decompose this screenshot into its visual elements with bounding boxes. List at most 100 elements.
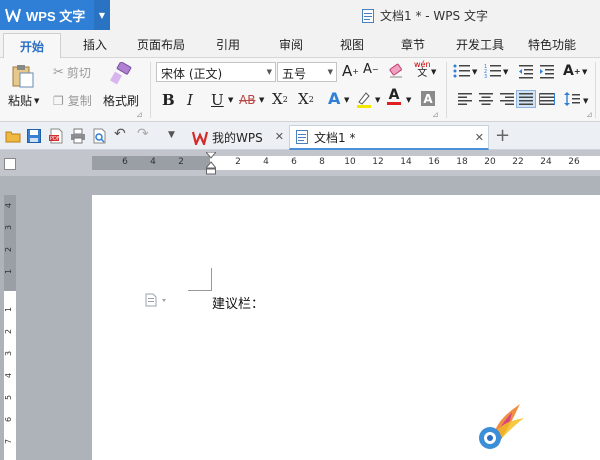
open-folder-icon[interactable] [5, 128, 21, 144]
paragraph-launcher-icon[interactable]: ⊿ [586, 110, 593, 119]
cut-button[interactable]: ✂ 剪切 [53, 64, 91, 81]
redo-icon[interactable]: ↷ [137, 126, 149, 142]
phonetic-guide-icon[interactable]: wén 文 [414, 60, 431, 79]
bullet-list-dropdown-icon[interactable]: ▼ [472, 68, 477, 76]
justify-icon[interactable] [516, 90, 536, 108]
ruler-label: 4 [4, 202, 14, 209]
ruler-label: 10 [344, 157, 356, 167]
copy-button[interactable]: ❐ 复制 [53, 92, 92, 109]
indent-marker-icon[interactable] [206, 152, 216, 176]
underline-dropdown-icon[interactable]: ▼ [228, 96, 233, 104]
decrease-indent-icon[interactable] [518, 63, 534, 79]
text-effect-icon[interactable]: A [328, 89, 340, 108]
ruler-label: 20 [484, 157, 496, 167]
group-separator [595, 62, 596, 118]
text-effect-dropdown-icon[interactable]: ▼ [344, 96, 349, 104]
doc-tab-my-wps[interactable]: 我的WPS ✕ [186, 125, 288, 150]
save-icon[interactable] [26, 128, 42, 144]
grow-font-icon[interactable]: A + [342, 62, 359, 80]
line-spacing-icon[interactable] [564, 92, 580, 106]
character-shading-icon[interactable]: A [421, 91, 435, 106]
highlight-dropdown-icon[interactable]: ▼ [375, 96, 380, 104]
vertical-ruler[interactable]: 4 3 2 1 1 2 3 4 5 6 7 [4, 195, 16, 460]
phonetic-dropdown-icon[interactable]: ▼ [431, 68, 436, 76]
new-tab-plus-icon[interactable]: + [495, 125, 510, 146]
tab-insert[interactable]: 插入 [83, 36, 107, 53]
ruler-label: 4 [150, 157, 156, 167]
ruler-label: 8 [319, 157, 325, 167]
export-pdf-icon[interactable]: PDF [48, 128, 64, 144]
increase-indent-icon[interactable] [539, 63, 555, 79]
font-launcher-icon[interactable]: ⊿ [432, 110, 439, 119]
highlight-icon[interactable] [355, 90, 373, 108]
numbered-list-icon[interactable]: 123 [484, 63, 502, 79]
chinese-layout-icon[interactable]: A + [563, 63, 581, 79]
paragraph-handle-icon[interactable] [145, 293, 169, 307]
paste-button[interactable]: 粘贴 ▼ [8, 92, 39, 109]
ruler-margin-top [4, 195, 16, 291]
tab-stop-selector-icon[interactable] [4, 158, 16, 170]
format-painter-button[interactable]: 格式刷 [103, 92, 139, 109]
font-family-select[interactable]: 宋体 (正文) ▼ [156, 62, 276, 82]
line-spacing-dropdown-icon[interactable]: ▼ [583, 97, 588, 105]
tab-review[interactable]: 审阅 [279, 36, 303, 53]
font-color-dropdown-icon[interactable]: ▼ [406, 96, 411, 104]
document-paragraph[interactable]: 建议栏： [212, 293, 264, 312]
horizontal-ruler[interactable]: 6 4 2 2 4 6 8 10 12 14 16 18 20 22 24 26 [92, 156, 600, 170]
document-icon [362, 8, 374, 23]
window-title: 文档1 * - WPS 文字 [362, 7, 488, 24]
strikethrough-icon[interactable]: AB [239, 93, 255, 107]
ruler-label: 1 [4, 306, 14, 313]
tab-developer[interactable]: 开发工具 [456, 36, 504, 53]
quick-access-bar: PDF ↶ ↷ ▼ 我的WPS ✕ 文档1 * ✕ + [0, 122, 600, 150]
margin-corner-mark [188, 290, 212, 291]
ruler-label: 6 [4, 416, 14, 423]
distributed-align-icon[interactable] [539, 93, 555, 105]
clipboard-launcher-icon[interactable]: ⊿ [136, 110, 143, 119]
italic-icon[interactable]: I [187, 91, 193, 109]
bold-icon[interactable]: B [162, 91, 175, 109]
cut-label: 剪切 [66, 66, 91, 80]
underline-icon[interactable]: U [211, 91, 224, 109]
copy-label: 复制 [67, 94, 92, 108]
tab-section[interactable]: 章节 [401, 36, 425, 53]
superscript-icon[interactable]: X2 [272, 90, 288, 108]
svg-text:PDF: PDF [50, 136, 60, 142]
tab-page-layout[interactable]: 页面布局 [137, 36, 185, 53]
app-menu-dropdown-icon[interactable]: ▼ [94, 0, 110, 30]
paste-icon[interactable] [10, 64, 38, 88]
ribbon-tabs: 开始 插入 页面布局 引用 审阅 视图 章节 开发工具 特色功能 [0, 30, 600, 59]
ruler-label: 1 [4, 268, 14, 275]
doc-tab-label: 文档1 * [314, 130, 356, 145]
font-size-select[interactable]: 五号 ▼ [277, 62, 337, 82]
close-tab-icon[interactable]: ✕ [475, 131, 484, 144]
print-preview-icon[interactable] [92, 128, 108, 144]
customize-toolbar-dropdown-icon[interactable]: ▼ [168, 130, 175, 140]
align-right-icon[interactable] [500, 93, 514, 105]
tab-references[interactable]: 引用 [216, 36, 240, 53]
chinese-layout-dropdown-icon[interactable]: ▼ [582, 68, 587, 76]
numbered-list-dropdown-icon[interactable]: ▼ [503, 68, 508, 76]
tab-special-features[interactable]: 特色功能 [528, 36, 576, 53]
undo-icon[interactable]: ↶ [114, 126, 126, 142]
ruler-label: 16 [428, 157, 440, 167]
scissors-icon: ✂ [53, 65, 64, 80]
align-center-icon[interactable] [479, 93, 493, 105]
tab-home[interactable]: 开始 [3, 33, 62, 59]
window-title-text: 文档1 * - WPS 文字 [380, 9, 488, 23]
close-tab-icon[interactable]: ✕ [275, 130, 284, 143]
shrink-font-icon[interactable]: A − [363, 62, 379, 77]
ruler-label: 3 [4, 224, 14, 231]
app-menu-button[interactable]: WPS 文字 ▼ [0, 0, 110, 30]
font-color-icon[interactable]: A [387, 88, 401, 105]
tab-view[interactable]: 视图 [340, 36, 364, 53]
strikethrough-dropdown-icon[interactable]: ▼ [259, 96, 264, 104]
ruler-label: 7 [4, 438, 14, 445]
print-icon[interactable] [70, 128, 86, 144]
subscript-icon[interactable]: X2 [298, 90, 314, 108]
format-painter-icon[interactable] [108, 62, 134, 86]
align-left-icon[interactable] [458, 93, 472, 105]
clear-format-icon[interactable] [388, 63, 404, 79]
bullet-list-icon[interactable] [453, 63, 471, 79]
doc-tab-document1[interactable]: 文档1 * ✕ [289, 125, 489, 150]
